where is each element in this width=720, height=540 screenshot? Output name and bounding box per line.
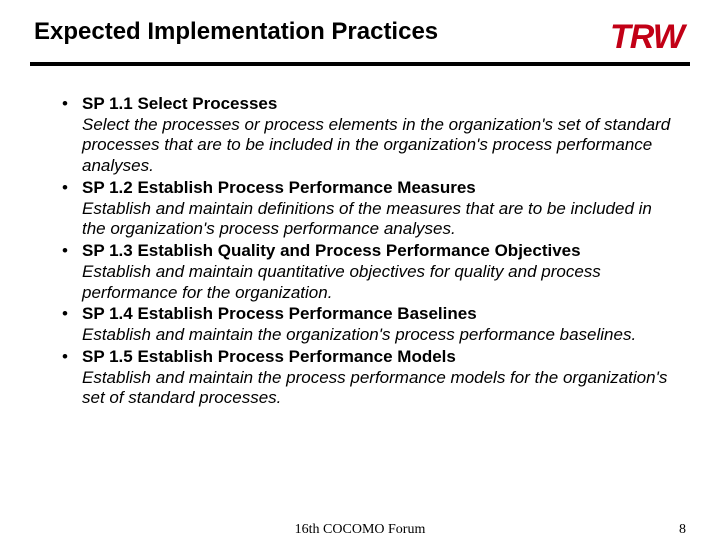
bullet-icon: • (62, 94, 68, 115)
page-number: 8 (679, 522, 686, 538)
item-body: Establish and maintain quantitative obje… (82, 262, 680, 303)
item-body: Establish and maintain the organization'… (82, 325, 680, 346)
slide-title: Expected Implementation Practices (30, 18, 438, 46)
item-title: SP 1.3 Establish Quality and Process Per… (82, 241, 581, 260)
bullet-icon: • (62, 241, 68, 262)
item-title: SP 1.4 Establish Process Performance Bas… (82, 304, 477, 323)
list-item: • SP 1.5 Establish Process Performance M… (62, 347, 680, 409)
header-row: Expected Implementation Practices TRW (30, 18, 690, 54)
footer-center-text: 16th COCOMO Forum (295, 522, 426, 538)
divider (30, 62, 690, 66)
list-item: • SP 1.4 Establish Process Performance B… (62, 304, 680, 345)
item-title: SP 1.5 Establish Process Performance Mod… (82, 347, 456, 366)
list-item: • SP 1.3 Establish Quality and Process P… (62, 241, 680, 303)
content-area: • SP 1.1 Select Processes Select the pro… (30, 94, 690, 409)
bullet-icon: • (62, 304, 68, 325)
item-body: Select the processes or process elements… (82, 115, 680, 177)
logo-text: TRW (610, 18, 700, 54)
list-item: • SP 1.1 Select Processes Select the pro… (62, 94, 680, 177)
slide: Expected Implementation Practices TRW • … (0, 0, 720, 540)
bullet-icon: • (62, 347, 68, 368)
item-body: Establish and maintain definitions of th… (82, 199, 680, 240)
bullet-icon: • (62, 178, 68, 199)
item-title: SP 1.1 Select Processes (82, 94, 277, 113)
list-item: • SP 1.2 Establish Process Performance M… (62, 178, 680, 240)
item-body: Establish and maintain the process perfo… (82, 368, 680, 409)
item-title: SP 1.2 Establish Process Performance Mea… (82, 178, 476, 197)
